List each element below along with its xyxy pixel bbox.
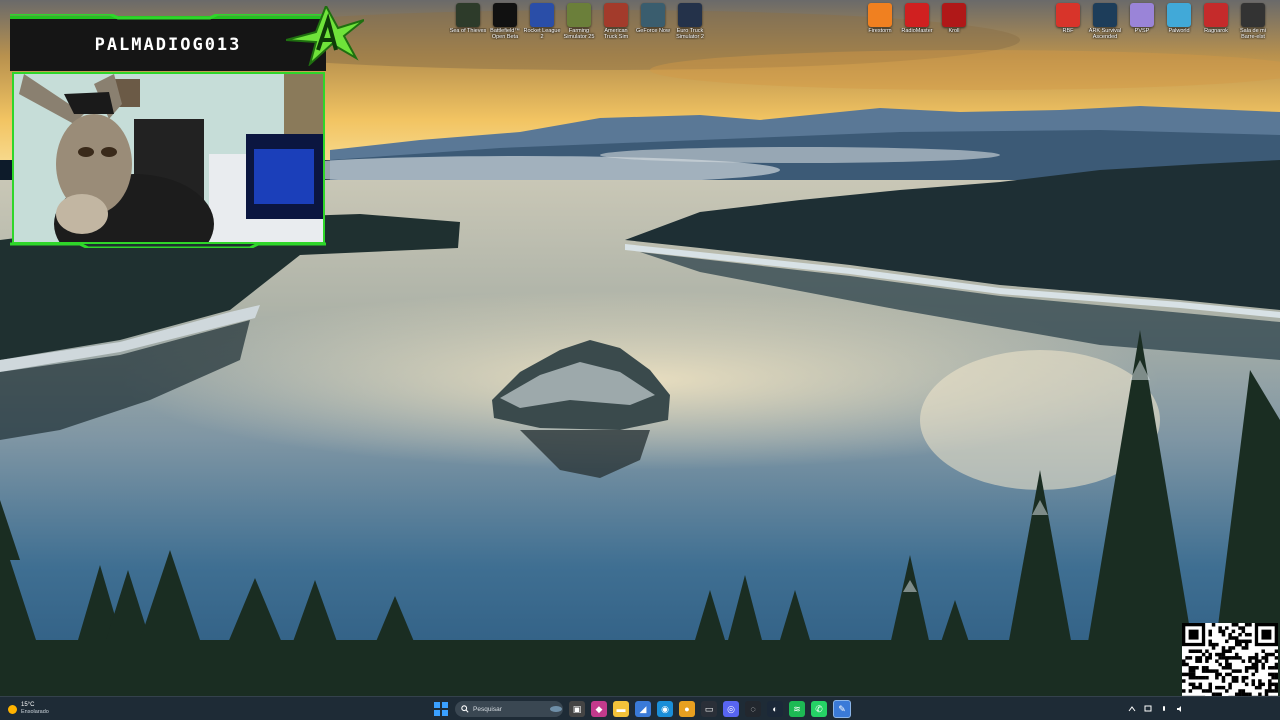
search-placeholder: Pesquisar [473, 705, 502, 713]
obs-icon[interactable]: ◌ [745, 701, 761, 717]
desktop-icon[interactable]: ARK Survival Ascended [1086, 3, 1124, 49]
openai-icon [1241, 3, 1265, 27]
desktop-icon-label: Sea of Thieves [449, 28, 487, 34]
search-icon [461, 705, 469, 713]
windows-start-icon[interactable] [433, 701, 449, 717]
discord-icon[interactable]: ◎ [723, 701, 739, 717]
desktop-icon[interactable]: Sea of Thieves [449, 3, 487, 49]
volume-icon[interactable] [1176, 705, 1184, 713]
desktop-icon[interactable]: GeForce Now [634, 3, 672, 49]
webcam-feed [12, 72, 325, 244]
desktop-icon-label: Rocket League 2 [523, 28, 561, 40]
network-icon[interactable] [1144, 705, 1152, 713]
paint-icon[interactable]: ✎ [833, 700, 851, 718]
desktop-icon[interactable]: Kroll [935, 3, 973, 49]
radio-icon [905, 3, 929, 27]
store-icon[interactable]: ◆ [591, 701, 607, 717]
desktop-icon-label: Kroll [948, 28, 960, 34]
whatsapp-icon[interactable]: ✆ [811, 701, 827, 717]
desktop-icon[interactable]: Battlefield™ Open Beta [486, 3, 524, 49]
steam-icon[interactable]: ◐ [767, 701, 783, 717]
kroll-icon [942, 3, 966, 27]
desktop-icon-label: GeForce Now [636, 28, 670, 34]
desktop-icon[interactable]: Palworld [1160, 3, 1198, 49]
photos-icon[interactable]: ◢ [635, 701, 651, 717]
taskbar: 15°C Ensolarado Pesquisar ▣ ◆ ▬ ◢ ◉ ● ▭ … [0, 696, 1280, 720]
desktop-icon[interactable]: PVSP [1123, 3, 1161, 49]
chrome-browser-icon[interactable]: ● [679, 701, 695, 717]
tractor-icon [567, 3, 591, 27]
terminal-icon[interactable]: ▭ [701, 701, 717, 717]
weather-temperature: 15°C [21, 702, 35, 708]
truck-icon [604, 3, 628, 27]
desktop-icon-label: American Truck Sim [603, 28, 629, 40]
desktop-icon-label: RadioMaster [901, 28, 933, 34]
euro-truck-icon [678, 3, 702, 27]
desktop-icon[interactable]: RBF [1049, 3, 1087, 49]
car-icon [641, 3, 665, 27]
desktop-icon-label: Euro Truck Simulator 2 [676, 28, 704, 40]
taskbar-search-box[interactable]: Pesquisar [455, 701, 563, 717]
palworld-icon [1167, 3, 1191, 27]
file-explorer-icon[interactable]: ▬ [613, 701, 629, 717]
firestorm-icon [868, 3, 892, 27]
weather-description: Ensolarado [21, 709, 49, 715]
desktop-icon[interactable]: Rocket League 2 [523, 3, 561, 49]
channel-logo-icon [286, 6, 364, 66]
ragnarok-icon [1204, 3, 1228, 27]
sun-icon [8, 704, 17, 714]
desktop-icon-label: Palworld [1168, 28, 1190, 34]
spotify-icon[interactable]: ≋ [789, 701, 805, 717]
task-view-icon[interactable]: ▣ [569, 701, 585, 717]
weather-widget[interactable]: 15°C Ensolarado [8, 700, 49, 718]
desktop-icon[interactable]: Sala de mi Barre-elst [1234, 3, 1272, 49]
webcam-image [14, 74, 323, 242]
search-highlight-icon [550, 706, 562, 712]
desktop-icon-label: Battlefield™ Open Beta [490, 28, 520, 40]
pvsp-icon [1130, 3, 1154, 27]
desktop-icon[interactable]: Euro Truck Simulator 2 [671, 3, 709, 49]
desktop-icon-label: Sala de mi Barre-elst [1240, 28, 1266, 40]
mic-icon[interactable] [1160, 705, 1168, 713]
edge-browser-icon[interactable]: ◉ [657, 701, 673, 717]
desktop-icon-label: Farming Simulator 25 [563, 28, 595, 40]
system-tray [1128, 701, 1184, 717]
desktop-icon-label: Ragnarok [1204, 28, 1228, 34]
desktop-icon[interactable]: RadioMaster [898, 3, 936, 49]
desktop-icon-label: RBF [1062, 28, 1074, 34]
desktop-icon-label: Firestorm [868, 28, 892, 34]
taskbar-apps: Pesquisar ▣ ◆ ▬ ◢ ◉ ● ▭ ◎ ◌ ◐ ≋ ✆ ✎ [433, 699, 851, 719]
desktop-icon-label: ARK Survival Ascended [1088, 28, 1122, 40]
mascot-icon [1056, 3, 1080, 27]
rocket-league-icon [530, 3, 554, 27]
desktop-icon[interactable]: Farming Simulator 25 [560, 3, 598, 49]
desktop-icon[interactable]: Firestorm [861, 3, 899, 49]
desktop-icon[interactable]: American Truck Sim [597, 3, 635, 49]
chevron-up-icon[interactable] [1128, 705, 1136, 713]
ark-icon [1093, 3, 1117, 27]
desktop-icon-label: PVSP [1134, 28, 1150, 34]
skull-ship-icon [456, 3, 480, 27]
desktop-icon[interactable]: Ragnarok [1197, 3, 1235, 49]
bf-logo-icon [493, 3, 517, 27]
